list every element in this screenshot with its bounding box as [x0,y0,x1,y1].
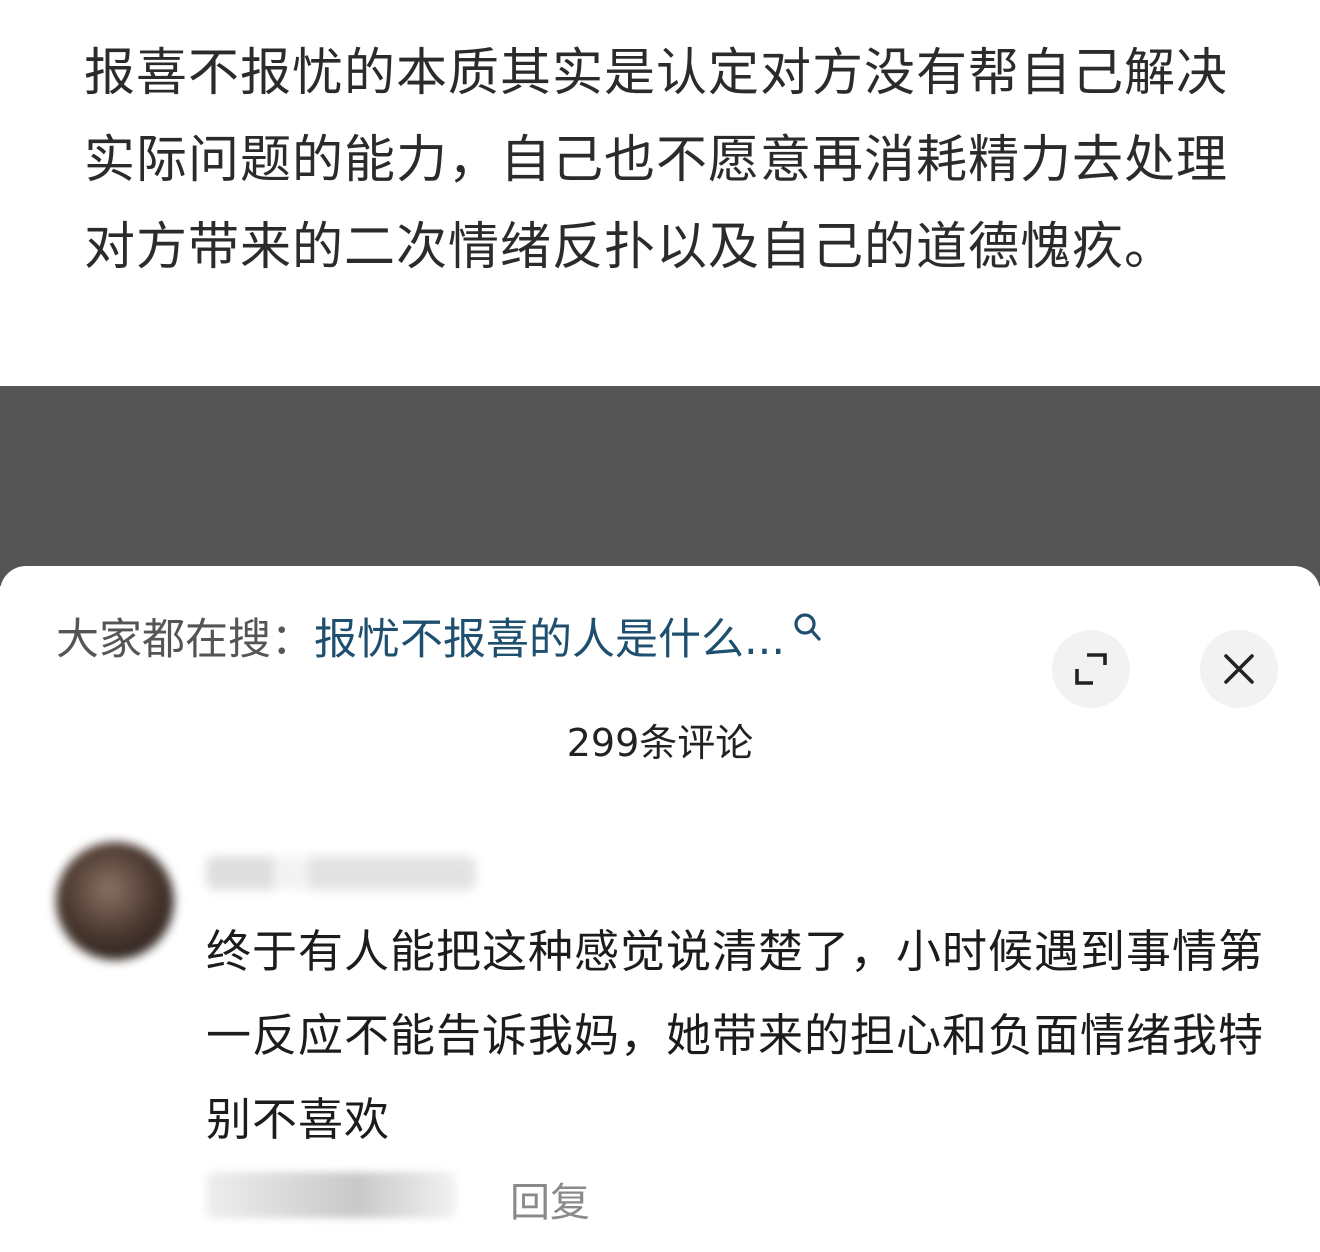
comment-meta-blurred [206,1172,456,1218]
article-text: 报喜不报忧的本质其实是认定对方没有帮自己解决实际问题的能力，自己也不愿意再消耗精… [84,44,1229,277]
hot-search-query-link[interactable]: 报忧不报喜的人是什么... [314,605,785,667]
avatar[interactable] [56,842,174,960]
close-button[interactable] [1200,630,1278,708]
expand-icon [1075,653,1107,685]
comment-sheet: 大家都在搜： 报忧不报喜的人是什么... 299条评论 终于有人能把这种感觉说清… [0,566,1320,1252]
hot-search-label: 大家都在搜： [56,615,314,665]
article-section: 报喜不报忧的本质其实是认定对方没有帮自己解决实际问题的能力，自己也不愿意再消耗精… [0,0,1320,386]
hot-search-bar[interactable]: 大家都在搜： 报忧不报喜的人是什么... [56,606,825,666]
comment-text: 终于有人能把这种感觉说清楚了，小时候遇到事情第一反应不能告诉我妈，她带来的担心和… [206,925,1265,1146]
reply-button[interactable]: 回复 [510,1170,590,1228]
close-icon [1224,654,1254,684]
comment-count: 299条评论 [566,721,754,765]
search-icon[interactable] [791,610,825,650]
username-blurred[interactable] [206,856,476,890]
dim-overlay[interactable] [0,386,1320,586]
expand-button[interactable] [1052,630,1130,708]
